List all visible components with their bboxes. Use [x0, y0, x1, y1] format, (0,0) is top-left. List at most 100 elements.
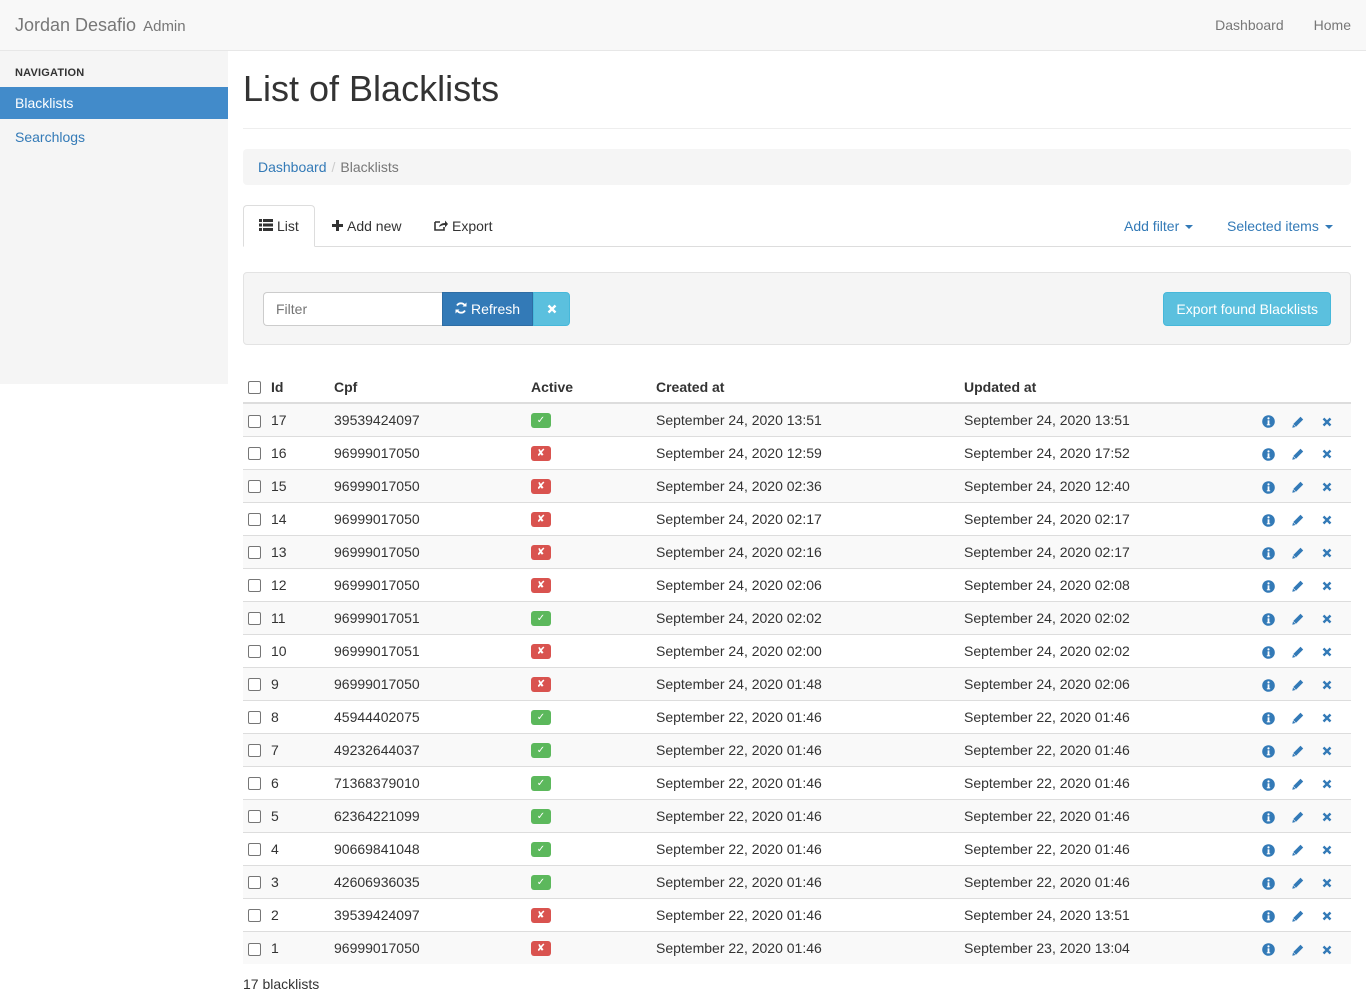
row-checkbox[interactable] — [248, 777, 261, 791]
close-icon[interactable] — [1314, 742, 1339, 758]
row-checkbox[interactable] — [248, 744, 261, 758]
tab-list[interactable]: List — [243, 205, 315, 247]
row-id: 17 — [266, 402, 329, 436]
info-icon[interactable] — [1256, 445, 1281, 461]
row-checkbox[interactable] — [248, 414, 261, 428]
close-icon[interactable] — [1314, 709, 1339, 725]
column-header-active[interactable]: Active — [526, 369, 651, 404]
info-icon[interactable] — [1256, 874, 1281, 890]
row-checkbox[interactable] — [248, 876, 261, 890]
brand-link[interactable]: Jordan Desafio Admin — [15, 0, 186, 52]
refresh-button[interactable]: Refresh — [442, 292, 534, 326]
row-active-cell: ✘ — [526, 468, 651, 502]
row-checkbox[interactable] — [248, 810, 261, 824]
column-header-updated-at[interactable]: Updated at — [959, 369, 1239, 404]
close-icon[interactable] — [1314, 478, 1339, 494]
pencil-icon[interactable] — [1285, 841, 1310, 857]
close-icon[interactable] — [1314, 445, 1339, 461]
close-icon[interactable] — [1314, 808, 1339, 824]
sidebar-header: NAVIGATION — [15, 67, 85, 79]
info-icon[interactable] — [1256, 808, 1281, 824]
info-icon[interactable] — [1256, 907, 1281, 923]
row-checkbox[interactable] — [248, 546, 261, 560]
table-row: 2 39539424097 ✘ September 22, 2020 01:46… — [243, 897, 1351, 931]
info-icon[interactable] — [1256, 742, 1281, 758]
close-icon[interactable] — [1314, 907, 1339, 923]
sidebar-item-searchlogs[interactable]: Searchlogs — [0, 121, 228, 153]
pencil-icon[interactable] — [1285, 907, 1310, 923]
close-icon[interactable] — [1314, 676, 1339, 692]
check-icon: ✓ — [531, 775, 551, 791]
navbar-links: Dashboard Home — [1200, 0, 1366, 50]
row-checkbox[interactable] — [248, 480, 261, 494]
row-checkbox[interactable] — [248, 909, 261, 923]
pencil-icon[interactable] — [1285, 775, 1310, 791]
info-icon[interactable] — [1256, 643, 1281, 659]
pencil-icon[interactable] — [1285, 742, 1310, 758]
add-filter-dropdown[interactable]: Add filter — [1124, 205, 1194, 247]
pencil-icon[interactable] — [1285, 874, 1310, 890]
tab-export[interactable]: Export — [419, 205, 507, 247]
close-icon[interactable] — [1314, 874, 1339, 890]
row-active-cell: ✓ — [526, 831, 651, 865]
info-icon[interactable] — [1256, 544, 1281, 560]
breadcrumb-dashboard-link[interactable]: Dashboard — [258, 159, 327, 175]
sidebar-item-blacklists[interactable]: Blacklists — [0, 87, 228, 119]
info-icon[interactable] — [1256, 610, 1281, 626]
info-icon[interactable] — [1256, 676, 1281, 692]
pencil-icon[interactable] — [1285, 709, 1310, 725]
select-all-checkbox[interactable] — [248, 380, 261, 394]
row-checkbox[interactable] — [248, 447, 261, 461]
row-checkbox[interactable] — [248, 645, 261, 659]
clear-filter-button[interactable] — [533, 292, 571, 326]
row-actions — [1239, 930, 1351, 964]
navbar-link-home[interactable]: Home — [1299, 0, 1366, 50]
pencil-icon[interactable] — [1285, 577, 1310, 593]
info-icon[interactable] — [1256, 478, 1281, 494]
pencil-icon[interactable] — [1285, 643, 1310, 659]
pencil-icon[interactable] — [1285, 511, 1310, 527]
column-header-created-at[interactable]: Created at — [651, 369, 959, 404]
pencil-icon[interactable] — [1285, 445, 1310, 461]
close-icon[interactable] — [1314, 412, 1339, 428]
column-header-cpf[interactable]: Cpf — [329, 369, 526, 404]
column-header-id[interactable]: Id — [266, 369, 329, 404]
selected-items-dropdown[interactable]: Selected items — [1227, 205, 1333, 247]
row-checkbox[interactable] — [248, 579, 261, 593]
export-found-button[interactable]: Export found Blacklists — [1163, 292, 1331, 326]
info-icon[interactable] — [1256, 841, 1281, 857]
pencil-icon[interactable] — [1285, 544, 1310, 560]
pencil-icon[interactable] — [1285, 940, 1310, 956]
info-icon[interactable] — [1256, 511, 1281, 527]
close-icon[interactable] — [1314, 511, 1339, 527]
row-checkbox[interactable] — [248, 843, 261, 857]
filter-input[interactable] — [263, 292, 442, 326]
close-icon[interactable] — [1314, 940, 1339, 956]
close-icon[interactable] — [1314, 775, 1339, 791]
row-checkbox[interactable] — [248, 942, 261, 956]
pencil-icon[interactable] — [1285, 412, 1310, 428]
row-checkbox[interactable] — [248, 612, 261, 626]
close-icon[interactable] — [1314, 577, 1339, 593]
info-icon[interactable] — [1256, 577, 1281, 593]
row-actions — [1239, 435, 1351, 469]
info-icon[interactable] — [1256, 775, 1281, 791]
pencil-icon[interactable] — [1285, 610, 1310, 626]
tab-add-new[interactable]: Add new — [317, 205, 416, 247]
cross-icon: ✘ — [531, 511, 551, 527]
row-updated-at: September 24, 2020 12:40 — [959, 468, 1239, 502]
pencil-icon[interactable] — [1285, 478, 1310, 494]
info-icon[interactable] — [1256, 412, 1281, 428]
close-icon[interactable] — [1314, 544, 1339, 560]
row-checkbox[interactable] — [248, 513, 261, 527]
navbar-link-dashboard[interactable]: Dashboard — [1200, 0, 1299, 50]
row-checkbox[interactable] — [248, 711, 261, 725]
pencil-icon[interactable] — [1285, 808, 1310, 824]
close-icon[interactable] — [1314, 610, 1339, 626]
close-icon[interactable] — [1314, 643, 1339, 659]
info-icon[interactable] — [1256, 940, 1281, 956]
row-checkbox[interactable] — [248, 678, 261, 692]
info-icon[interactable] — [1256, 709, 1281, 725]
close-icon[interactable] — [1314, 841, 1339, 857]
pencil-icon[interactable] — [1285, 676, 1310, 692]
